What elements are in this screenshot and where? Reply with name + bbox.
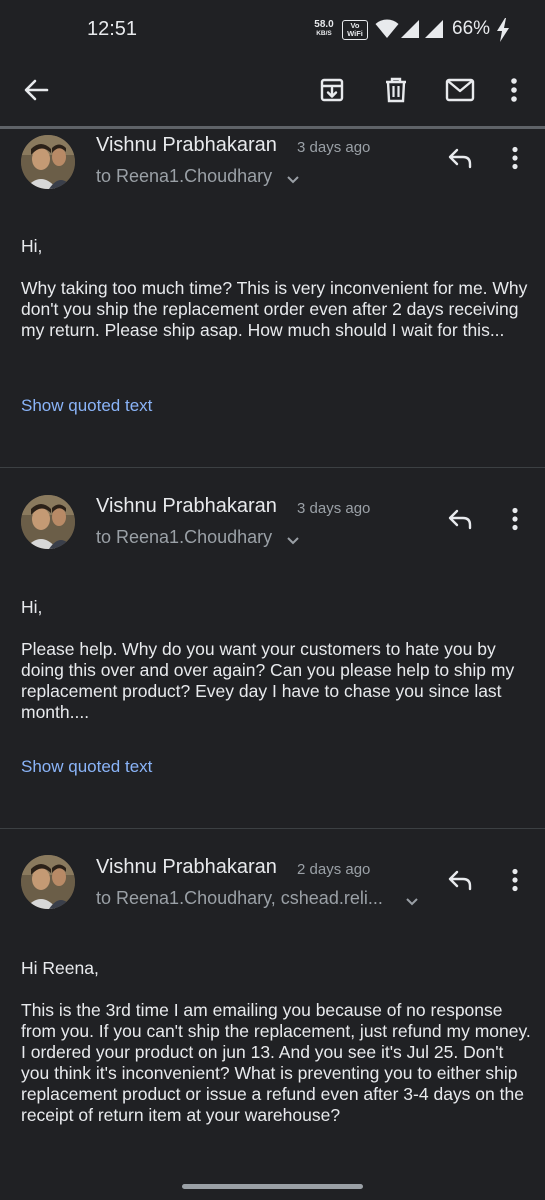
mark-unread-button[interactable] xyxy=(440,72,480,112)
cell-signal-icon-2 xyxy=(424,19,444,44)
chevron-down-icon[interactable] xyxy=(286,172,300,190)
status-time: 12:51 xyxy=(87,18,138,40)
message-more-button[interactable] xyxy=(500,140,530,180)
more-options-button[interactable] xyxy=(496,72,532,112)
recipients[interactable]: to Reena1.Choudhary xyxy=(96,166,272,187)
network-speed-indicator: 58.0 KB/S xyxy=(312,20,336,38)
mark-unread-icon xyxy=(445,78,475,107)
wifi-calling-label-bottom: WiFi xyxy=(347,29,363,38)
back-arrow-icon xyxy=(23,77,49,108)
message-greeting: Hi Reena, xyxy=(21,958,99,978)
delete-button[interactable] xyxy=(376,72,416,112)
back-button[interactable] xyxy=(16,72,56,112)
archive-button[interactable] xyxy=(312,72,352,112)
sender-avatar[interactable] xyxy=(21,135,75,189)
sender-avatar[interactable] xyxy=(21,855,75,909)
reply-icon xyxy=(447,508,473,535)
reply-icon xyxy=(447,869,473,896)
network-speed-unit: KB/S xyxy=(316,30,332,37)
message-divider xyxy=(0,828,545,829)
battery-charging-icon xyxy=(496,18,510,47)
gesture-nav-handle[interactable] xyxy=(182,1184,363,1189)
message-time: 2 days ago xyxy=(297,861,371,878)
network-speed-value: 58.0 xyxy=(314,19,334,30)
message-text: Why taking too much time? This is very i… xyxy=(21,278,528,340)
recipients[interactable]: to Reena1.Choudhary xyxy=(96,527,272,548)
message-greeting: Hi, xyxy=(21,236,43,256)
message-body: Hi, Please help. Why do you want your cu… xyxy=(21,597,531,723)
delete-icon xyxy=(383,76,409,109)
wifi-icon xyxy=(375,19,399,44)
message-more-button[interactable] xyxy=(500,501,530,541)
cell-signal-icon xyxy=(400,19,420,44)
reply-button[interactable] xyxy=(440,140,480,180)
sender-name: Vishnu Prabhakaran xyxy=(96,134,277,156)
message-body: Hi Reena, This is the 3rd time I am emai… xyxy=(21,958,531,1126)
archive-icon xyxy=(319,77,345,108)
more-vert-icon xyxy=(511,868,519,897)
chevron-down-icon[interactable] xyxy=(286,533,300,551)
chevron-down-icon[interactable] xyxy=(405,894,419,912)
status-bar: 12:51 58.0 KB/S Vo WiFi 66% xyxy=(0,0,545,60)
message-time: 3 days ago xyxy=(297,139,371,156)
reply-icon xyxy=(447,147,473,174)
sender-name: Vishnu Prabhakaran xyxy=(96,856,277,878)
message-text: This is the 3rd time I am emailing you b… xyxy=(21,1000,531,1125)
show-quoted-text-link[interactable]: Show quoted text xyxy=(21,757,152,777)
wifi-calling-icon: Vo WiFi xyxy=(342,20,368,40)
message-more-button[interactable] xyxy=(500,862,530,902)
battery-percentage: 66% xyxy=(452,18,491,39)
show-quoted-text-link[interactable]: Show quoted text xyxy=(21,396,152,416)
more-vert-icon xyxy=(510,77,518,108)
reply-button[interactable] xyxy=(440,862,480,902)
message-text: Please help. Why do you want your custom… xyxy=(21,639,515,722)
message-greeting: Hi, xyxy=(21,597,43,617)
more-vert-icon xyxy=(511,146,519,175)
message-time: 3 days ago xyxy=(297,500,371,517)
more-vert-icon xyxy=(511,507,519,536)
toolbar-divider xyxy=(0,126,545,129)
message-divider xyxy=(0,467,545,468)
message-body: Hi, Why taking too much time? This is ve… xyxy=(21,236,531,341)
sender-name: Vishnu Prabhakaran xyxy=(96,495,277,517)
reply-button[interactable] xyxy=(440,501,480,541)
recipients[interactable]: to Reena1.Choudhary, cshead.reli... xyxy=(96,888,383,909)
sender-avatar[interactable] xyxy=(21,495,75,549)
